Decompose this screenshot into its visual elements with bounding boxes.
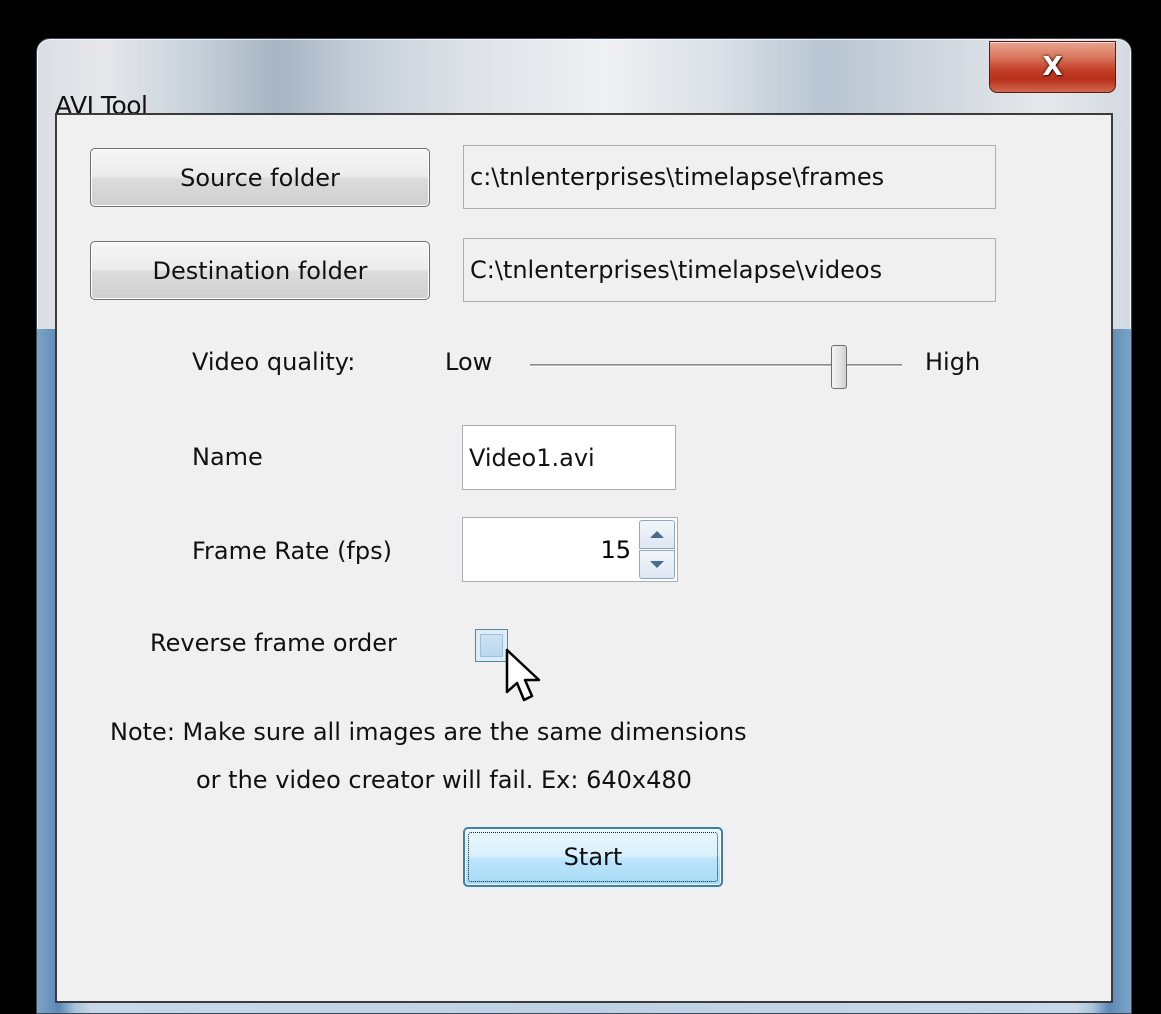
quality-slider-thumb[interactable] [830,345,847,389]
source-path-field[interactable]: c:\tnlenterprises\timelapse\frames [463,145,996,209]
source-folder-button-label: Source folder [180,163,340,192]
source-path-text: c:\tnlenterprises\timelapse\frames [470,163,885,191]
chevron-up-icon [650,531,664,538]
frame-rate-label: Frame Rate (fps) [192,537,392,565]
video-quality-label: Video quality: [192,348,356,376]
frame-rate-down-button[interactable] [639,550,675,579]
chevron-down-icon [650,561,664,568]
start-button-label: Start [563,843,623,871]
destination-path-text: C:\tnlenterprises\timelapse\videos [470,256,883,284]
destination-folder-button[interactable]: Destination folder [90,241,430,300]
quality-low-label: Low [445,348,493,376]
frame-rate-up-button[interactable] [639,520,675,549]
frame-rate-stepper[interactable]: 15 [462,517,678,582]
name-input[interactable]: Video1.avi [462,425,676,490]
reverse-frame-order-label: Reverse frame order [150,629,397,657]
note-line-2: or the video creator will fail. Ex: 640x… [196,766,692,794]
mouse-pointer-icon [505,648,541,702]
name-label: Name [192,443,263,471]
destination-folder-button-label: Destination folder [152,256,368,285]
start-button[interactable]: Start [463,827,723,887]
destination-path-field[interactable]: C:\tnlenterprises\timelapse\videos [463,238,996,302]
source-folder-button[interactable]: Source folder [90,148,430,207]
frame-rate-value: 15 [600,535,631,564]
close-button[interactable]: X [989,41,1116,93]
name-input-value: Video1.avi [469,443,595,472]
quality-high-label: High [925,348,981,376]
close-icon: X [1042,52,1063,82]
note-line-1: Note: Make sure all images are the same … [110,718,747,746]
